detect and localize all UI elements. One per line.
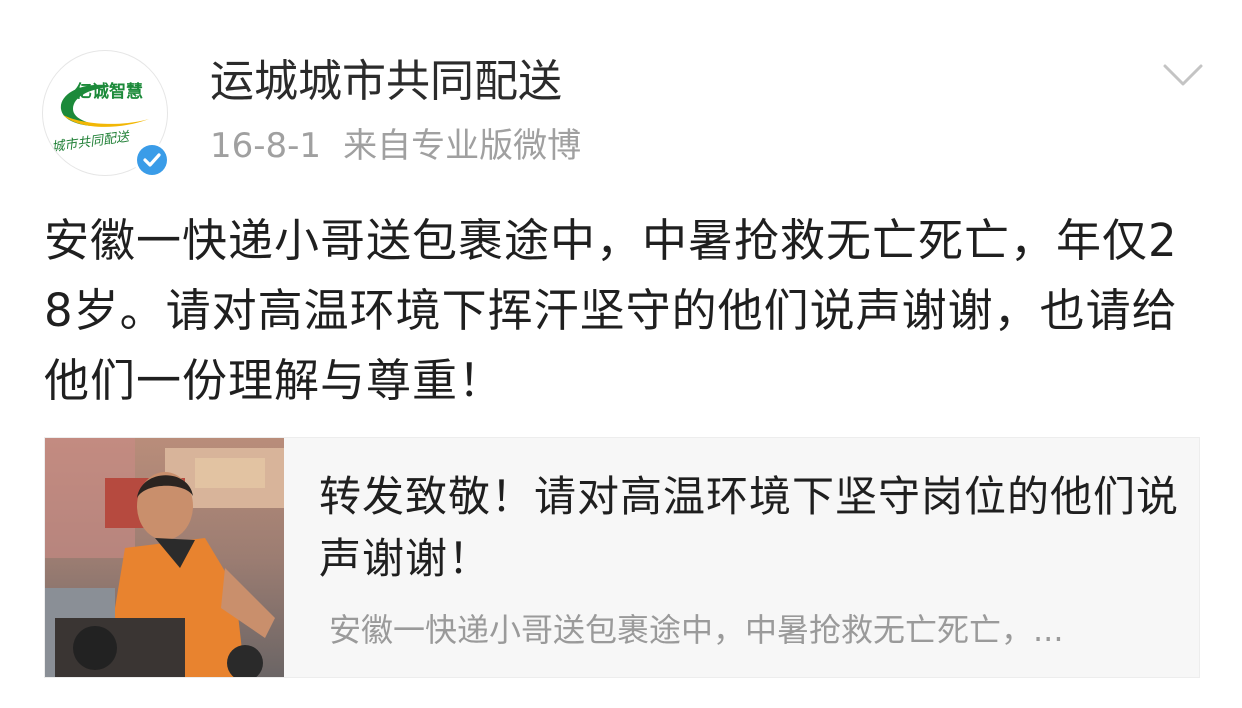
avatar[interactable]: 亿诚智慧 城市共同配送 [42,50,170,178]
courier-photo-image [45,438,284,677]
post-text: 安徽一快递小哥送包裹途中，中暑抢救无亡死亡，年仅28岁。请对高温环境下挥汗坚守的… [44,214,1178,407]
post-source: 来自专业版微博 [343,126,582,166]
card-title: 转发致敬！请对高温环境下坚守岗位的他们说声谢谢！ [319,472,1180,583]
chevron-down-icon[interactable] [1162,62,1204,88]
verified-badge [134,142,170,178]
weibo-post: 亿诚智慧 城市共同配送 运城城市共同配送 16-8-1 来自专业版微博 安徽一快递… [0,0,1242,708]
verified-check-icon [143,153,161,167]
link-card[interactable]: 转发致敬！请对高温环境下坚守岗位的他们说声谢谢！ 安徽一快递小哥送包裹途中，中暑… [44,437,1200,678]
card-thumbnail [45,438,284,677]
post-date: 16-8-1 [210,126,322,166]
card-summary: 安徽一快递小哥送包裹途中，中暑抢救无亡死亡，... [329,611,1064,649]
post-meta: 16-8-1 来自专业版微博 [210,122,581,170]
username[interactable]: 运城城市共同配送 [210,52,562,112]
logo-text: 亿诚智慧 [75,82,143,102]
